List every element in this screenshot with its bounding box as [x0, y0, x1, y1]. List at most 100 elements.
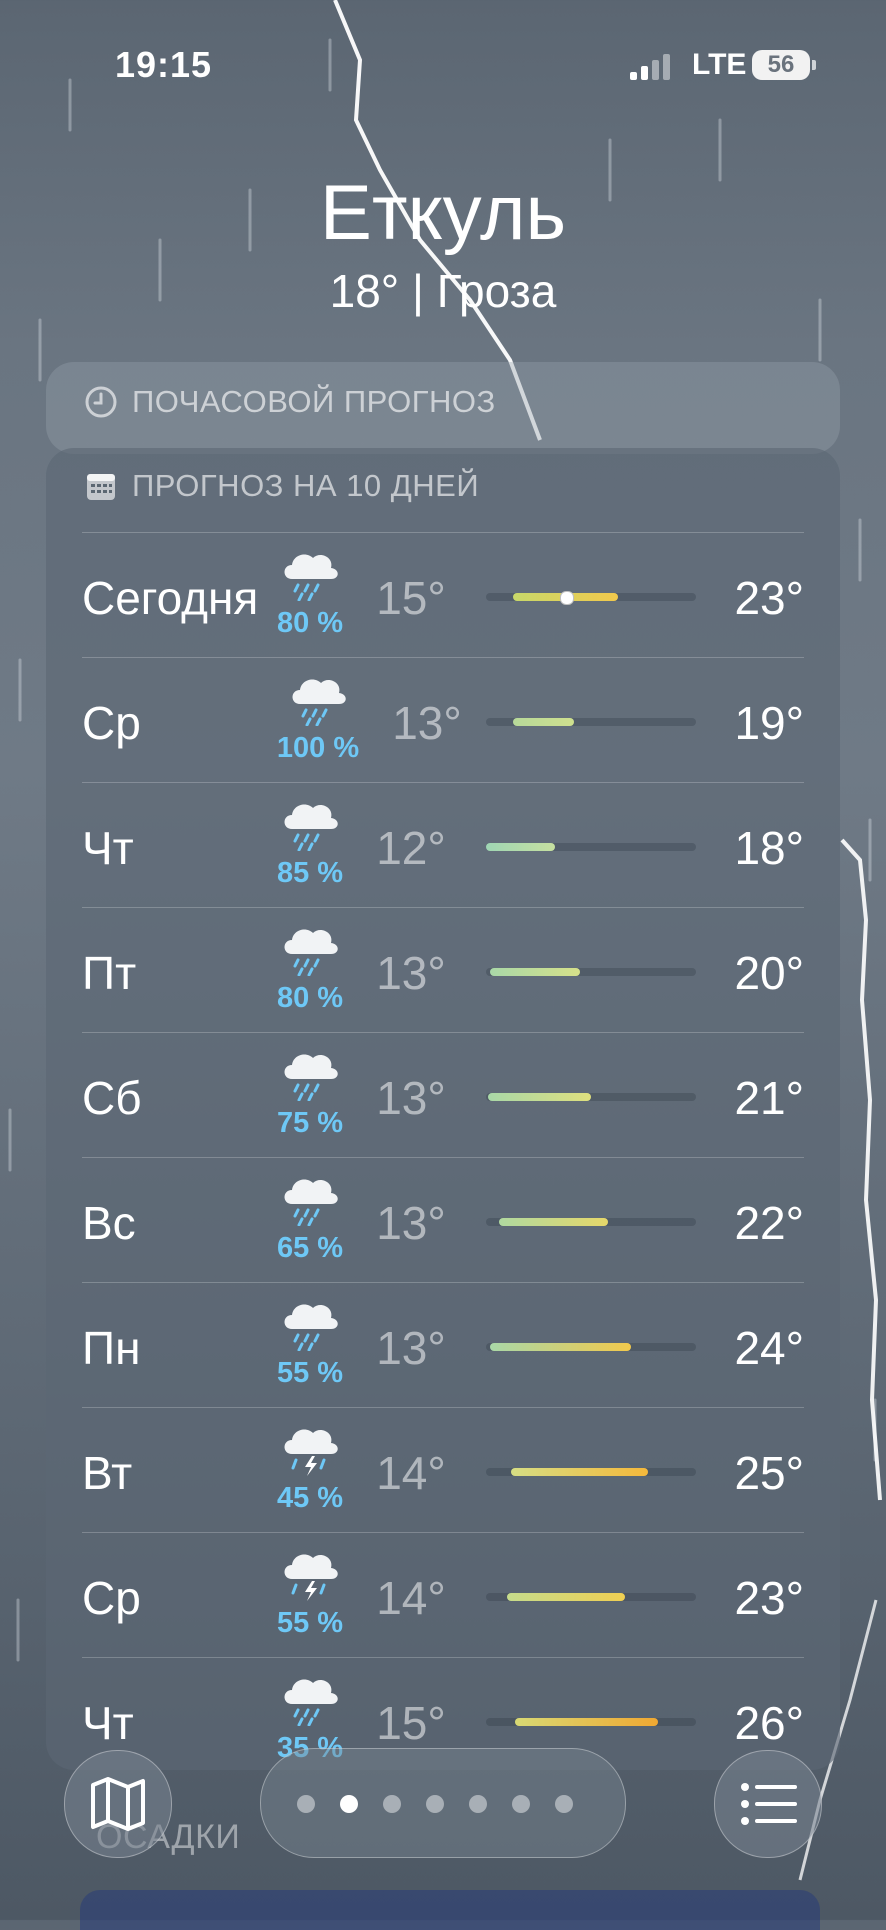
- forecast-day: Чт: [82, 822, 134, 874]
- forecast-day: Пт: [82, 947, 137, 999]
- forecast-day: Вт: [82, 1447, 133, 1499]
- temperature-range-bar: [486, 1343, 696, 1351]
- low-temperature: 13°: [376, 1197, 446, 1249]
- forecast-row[interactable]: Сегодня 80 % 15° 23°: [82, 532, 804, 657]
- forecast-day: Ср: [82, 1572, 141, 1624]
- temperature-range-fill: [498, 1218, 608, 1226]
- rain-cloud-icon: [278, 547, 342, 602]
- forecast-row[interactable]: Чт 85 % 12° 18°: [82, 782, 804, 907]
- forecast-row[interactable]: Вс 65 % 13° 22°: [82, 1157, 804, 1282]
- low-temperature: 13°: [392, 697, 462, 749]
- temperature-range-bar: [486, 968, 696, 976]
- temperature-range-bar: [486, 843, 696, 851]
- temperature-range-fill: [513, 718, 575, 726]
- current-temperature-marker: [559, 591, 574, 605]
- temperature-range-bar: [486, 1593, 696, 1601]
- location-header: Еткуль 18° | Гроза: [0, 170, 886, 318]
- precipitation-card-preview: [80, 1890, 820, 1930]
- high-temperature: 26°: [734, 1697, 804, 1749]
- precipitation-chance: 80 %: [276, 982, 344, 1014]
- temperature-range-bar: [486, 1468, 696, 1476]
- temperature-range-fill: [490, 1343, 631, 1351]
- temperature-range-bar: [486, 718, 696, 726]
- list-icon: [741, 1783, 797, 1825]
- hourly-forecast-card[interactable]: ПОЧАСОВОЙ ПРОГНОЗ: [46, 362, 840, 454]
- ten-day-forecast-header: ПРОГНОЗ НА 10 ДНЕЙ: [84, 468, 479, 504]
- precipitation-chance: 75 %: [276, 1107, 344, 1139]
- temperature-range-bar: [486, 1093, 696, 1101]
- clock-icon: [85, 386, 117, 418]
- high-temperature: 22°: [734, 1197, 804, 1249]
- high-temperature: 24°: [734, 1322, 804, 1374]
- temperature-range-fill: [490, 968, 581, 976]
- high-temperature: 23°: [734, 1572, 804, 1624]
- calendar-icon: [87, 474, 115, 500]
- location-pager[interactable]: [260, 1748, 626, 1858]
- forecast-day: Пн: [82, 1322, 141, 1374]
- temperature-range-fill: [511, 1468, 648, 1476]
- page-indicator-dot[interactable]: [426, 1795, 444, 1813]
- forecast-day: Сб: [82, 1072, 142, 1124]
- forecast-day: Вс: [82, 1197, 136, 1249]
- forecast-day: Сегодня: [82, 572, 259, 624]
- battery-tip: [812, 60, 816, 70]
- precipitation-chance: 45 %: [276, 1482, 344, 1514]
- low-temperature: 13°: [376, 1072, 446, 1124]
- forecast-row[interactable]: Ср 55 % 14° 23°: [82, 1532, 804, 1657]
- precipitation-chance: 55 %: [276, 1357, 344, 1389]
- low-temperature: 14°: [376, 1447, 446, 1499]
- temperature-range-fill: [488, 1093, 591, 1101]
- map-button[interactable]: [64, 1750, 172, 1858]
- map-icon: [91, 1777, 145, 1831]
- page-indicator-dot[interactable]: [383, 1795, 401, 1813]
- rain-cloud-icon: [278, 1297, 342, 1352]
- status-time: 19:15: [115, 44, 213, 85]
- high-temperature: 21°: [734, 1072, 804, 1124]
- ten-day-forecast-title: ПРОГНОЗ НА 10 ДНЕЙ: [132, 468, 480, 503]
- high-temperature: 18°: [734, 822, 804, 874]
- temperature-range-fill: [515, 1718, 659, 1726]
- precipitation-chance: 85 %: [276, 857, 344, 889]
- precipitation-chance: 80 %: [276, 607, 344, 639]
- high-temperature: 25°: [734, 1447, 804, 1499]
- city-name: Еткуль: [319, 168, 567, 256]
- forecast-row[interactable]: Вт 45 % 14° 25°: [82, 1407, 804, 1532]
- precipitation-chance: 65 %: [276, 1232, 344, 1264]
- temperature-range-bar: [486, 1218, 696, 1226]
- thunderstorm-icon: [278, 1547, 342, 1601]
- rain-cloud-icon: [278, 922, 342, 977]
- low-temperature: 13°: [376, 947, 446, 999]
- status-bar: 19:15 LTE 56: [0, 0, 886, 130]
- high-temperature: 19°: [734, 697, 804, 749]
- battery-icon: 56: [752, 50, 810, 80]
- temperature-range-fill: [507, 1593, 625, 1601]
- page-indicator-dot[interactable]: [512, 1795, 530, 1813]
- low-temperature: 13°: [376, 1322, 446, 1374]
- network-type: LTE: [692, 48, 747, 81]
- low-temperature: 15°: [376, 572, 446, 624]
- page-indicator-dot[interactable]: [469, 1795, 487, 1813]
- low-temperature: 14°: [376, 1572, 446, 1624]
- high-temperature: 23°: [734, 572, 804, 624]
- low-temperature: 15°: [376, 1697, 446, 1749]
- rain-cloud-icon: [278, 1047, 342, 1102]
- page-indicator-dot[interactable]: [555, 1795, 573, 1813]
- precipitation-chance: 100 %: [276, 732, 360, 764]
- forecast-row[interactable]: Ср 100 % 13° 19°: [82, 657, 804, 782]
- ten-day-forecast-card[interactable]: ПРОГНОЗ НА 10 ДНЕЙ Сегодня 80 % 15° 23° Ср 10…: [46, 448, 840, 1770]
- temperature-range-fill: [486, 843, 556, 851]
- low-temperature: 12°: [376, 822, 446, 874]
- page-indicator-dot[interactable]: [297, 1795, 315, 1813]
- forecast-day: Ср: [82, 697, 141, 749]
- forecast-row[interactable]: Пт 80 % 13° 20°: [82, 907, 804, 1032]
- temperature-range-bar: [486, 591, 696, 605]
- forecast-row[interactable]: Сб 75 % 13° 21°: [82, 1032, 804, 1157]
- thunderstorm-icon: [278, 1422, 342, 1476]
- forecast-row[interactable]: Пн 55 % 13° 24°: [82, 1282, 804, 1407]
- page-indicator-dot[interactable]: [340, 1795, 358, 1813]
- rain-cloud-icon: [278, 1172, 342, 1227]
- temperature-range-bar: [486, 1718, 696, 1726]
- forecast-rows: Сегодня 80 % 15° 23° Ср 100 % 13° 19° Чт 85 % 12° 1…: [82, 532, 804, 1770]
- high-temperature: 20°: [734, 947, 804, 999]
- locations-list-button[interactable]: [714, 1750, 822, 1858]
